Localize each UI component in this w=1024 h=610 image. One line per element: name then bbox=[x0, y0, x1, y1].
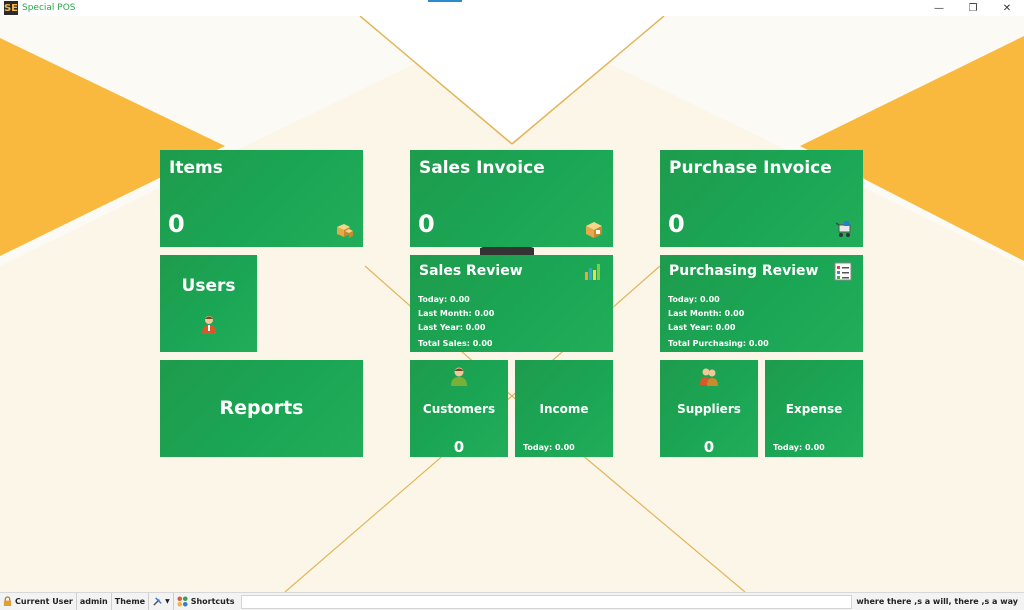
purchasing-review-stats: Today: 0.00 Last Month: 0.00 Last Year: … bbox=[668, 293, 769, 351]
sales-review-tile[interactable]: Sales Review Today: 0.00 Last Month: 0.0… bbox=[410, 255, 613, 352]
customers-tile[interactable]: Customers 0 bbox=[410, 360, 508, 457]
purchasing-review-title: Purchasing Review bbox=[669, 263, 819, 279]
purchase-invoice-title: Purchase Invoice bbox=[669, 158, 832, 178]
cart-icon bbox=[835, 221, 851, 237]
sales-total: Total Sales: 0.00 bbox=[418, 339, 493, 348]
suppliers-title: Suppliers bbox=[677, 402, 741, 416]
minimize-button[interactable]: — bbox=[922, 0, 956, 16]
purchase-invoice-count: 0 bbox=[668, 210, 685, 238]
checklist-icon bbox=[834, 262, 852, 281]
restore-button[interactable]: ❐ bbox=[956, 0, 990, 16]
purchasing-total: Total Purchasing: 0.00 bbox=[668, 339, 769, 348]
current-user-label: Current User bbox=[15, 597, 73, 606]
expense-title: Expense bbox=[785, 402, 843, 416]
expense-today: Today: 0.00 bbox=[773, 443, 825, 452]
income-tile[interactable]: Income Today: 0.00 bbox=[515, 360, 613, 457]
lock-icon bbox=[3, 596, 12, 606]
items-title: Items bbox=[169, 158, 223, 178]
user-name-item: admin bbox=[77, 592, 112, 610]
theme-label: Theme bbox=[114, 597, 146, 606]
sales-last-year: Last Year: 0.00 bbox=[418, 323, 486, 332]
customers-title: Customers bbox=[422, 402, 496, 416]
user-icon bbox=[202, 316, 216, 334]
users-title: Users bbox=[181, 276, 236, 296]
current-user-item[interactable]: Current User bbox=[0, 592, 77, 610]
status-message-field bbox=[241, 594, 853, 609]
suppliers-icon bbox=[700, 368, 718, 386]
users-tile[interactable]: Users bbox=[160, 255, 257, 352]
shortcuts-label: Shortcuts bbox=[190, 597, 235, 606]
bar-chart-icon bbox=[585, 264, 600, 280]
tools-icon bbox=[153, 597, 162, 606]
income-title: Income bbox=[539, 402, 589, 416]
motto-text: where there ,s a will, there ,s a way bbox=[856, 597, 1018, 606]
suppliers-count: 0 bbox=[703, 438, 715, 456]
suppliers-tile[interactable]: Suppliers 0 bbox=[660, 360, 758, 457]
purchasing-review-tile[interactable]: Purchasing Review Today: 0.00 Last Month… bbox=[660, 255, 863, 352]
sales-invoice-count: 0 bbox=[418, 210, 435, 238]
customer-icon bbox=[451, 367, 467, 386]
close-button[interactable]: ✕ bbox=[990, 0, 1024, 16]
package-icon bbox=[586, 222, 602, 238]
expense-tile[interactable]: Expense Today: 0.00 bbox=[765, 360, 863, 457]
chevron-down-icon: ▼ bbox=[165, 598, 170, 605]
status-bar: Current User admin Theme ▼ Shortcuts whe… bbox=[0, 592, 1024, 610]
reports-title: Reports bbox=[219, 397, 304, 419]
items-tile[interactable]: Items 0 bbox=[160, 150, 363, 247]
shortcuts-button[interactable]: Shortcuts bbox=[174, 593, 238, 610]
title-bar: SE Special POS — ❐ ✕ bbox=[0, 0, 1024, 16]
items-count: 0 bbox=[168, 210, 185, 238]
tools-dropdown[interactable]: ▼ bbox=[149, 592, 174, 610]
purchasing-today: Today: 0.00 bbox=[668, 295, 720, 304]
app-logo-icon: SE bbox=[3, 1, 19, 15]
sales-invoice-tile[interactable]: Sales Invoice 0 bbox=[410, 150, 613, 247]
sales-last-month: Last Month: 0.00 bbox=[418, 309, 495, 318]
title-accent-line bbox=[428, 0, 462, 2]
customers-count: 0 bbox=[453, 438, 465, 456]
user-name: admin bbox=[79, 597, 108, 606]
shortcuts-icon bbox=[177, 596, 188, 607]
reports-tile[interactable]: Reports bbox=[160, 360, 363, 457]
purchasing-last-month: Last Month: 0.00 bbox=[668, 309, 745, 318]
window-title: Special POS bbox=[22, 3, 76, 13]
purchasing-last-year: Last Year: 0.00 bbox=[668, 323, 736, 332]
sales-today: Today: 0.00 bbox=[418, 295, 470, 304]
sales-review-title: Sales Review bbox=[419, 263, 523, 279]
theme-item[interactable]: Theme bbox=[112, 592, 150, 610]
sales-invoice-title: Sales Invoice bbox=[419, 158, 545, 178]
boxes-icon bbox=[337, 224, 353, 238]
income-today: Today: 0.00 bbox=[523, 443, 575, 452]
sales-review-stats: Today: 0.00 Last Month: 0.00 Last Year: … bbox=[418, 293, 494, 351]
purchase-invoice-tile[interactable]: Purchase Invoice 0 bbox=[660, 150, 863, 247]
